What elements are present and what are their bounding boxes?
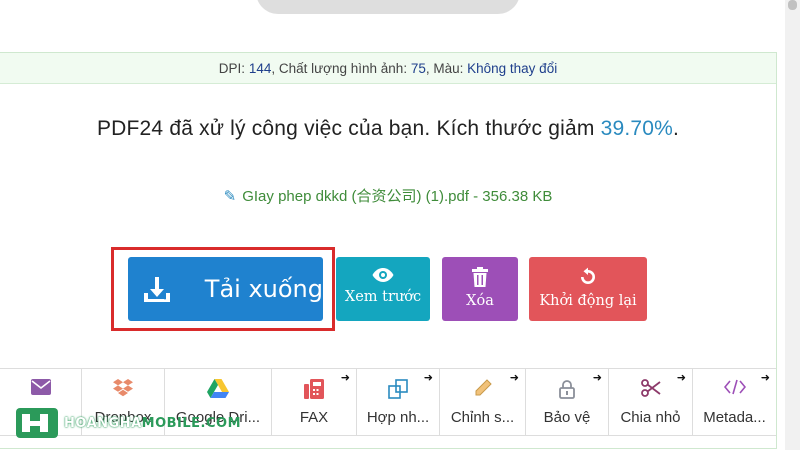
tool-split-label: Chia nhỏ xyxy=(620,409,681,426)
result-message: PDF24 đã xử lý công việc của bạn. Kích t… xyxy=(0,117,776,141)
color-value: Không thay đổi xyxy=(467,61,558,76)
lock-icon xyxy=(559,380,575,399)
restart-button[interactable]: Khởi động lại xyxy=(529,257,647,321)
restart-icon xyxy=(581,267,595,284)
restart-label: Khởi động lại xyxy=(539,293,637,309)
trash-icon xyxy=(472,267,488,287)
tool-protect-label: Bảo vệ xyxy=(543,409,591,426)
dropbox-icon xyxy=(113,379,133,397)
arrow-icon: ➜ xyxy=(592,372,602,384)
preview-label: Xem trước xyxy=(344,289,422,305)
arrow-icon: ➜ xyxy=(760,372,770,384)
download-icon xyxy=(144,277,171,302)
arrow-icon: ➜ xyxy=(676,372,686,384)
tool-merge[interactable]: ➜ Hợp nh... xyxy=(357,369,440,435)
result-suffix: . xyxy=(673,117,680,140)
top-search-pill xyxy=(256,0,520,14)
arrow-icon: ➜ xyxy=(340,372,350,384)
tool-protect[interactable]: ➜ Bảo vệ xyxy=(526,369,609,435)
dpi-label: DPI: xyxy=(218,61,249,76)
pencil-icon[interactable]: ✎ xyxy=(224,188,237,205)
edit-pencil-icon xyxy=(475,379,492,396)
result-text: PDF24 đã xử lý công việc của bạn. Kích t… xyxy=(96,117,601,140)
tool-edit[interactable]: ➜ Chỉnh s... xyxy=(440,369,526,435)
tool-edit-label: Chỉnh s... xyxy=(450,409,515,426)
page-scrollbar[interactable] xyxy=(785,0,800,450)
dpi-value: 144 xyxy=(248,61,272,76)
file-name[interactable]: GIay phep dkkd (合资公司) (1).pdf - 356.38 K… xyxy=(242,188,552,205)
scissors-icon xyxy=(640,379,661,397)
quality-value: 75 xyxy=(410,61,426,76)
file-name-row[interactable]: ✎ GIay phep dkkd (合资公司) (1).pdf - 356.38 … xyxy=(0,185,776,206)
settings-info-bar: DPI: 144, Chất lượng hình ảnh: 75, Màu: … xyxy=(0,53,776,84)
preview-button[interactable]: Xem trước xyxy=(336,257,430,321)
color-label: , Màu: xyxy=(425,61,468,76)
result-panel: DPI: 144, Chất lượng hình ảnh: 75, Màu: … xyxy=(0,52,777,449)
delete-button[interactable]: Xóa xyxy=(442,257,518,321)
scrollbar-thumb[interactable] xyxy=(788,0,797,10)
download-label: Tải xuống xyxy=(204,275,323,303)
tool-split[interactable]: ➜ Chia nhỏ xyxy=(609,369,693,435)
mail-icon xyxy=(30,379,51,395)
arrow-icon: ➜ xyxy=(423,372,433,384)
download-button[interactable]: Tải xuống xyxy=(128,257,323,321)
tool-metadata[interactable]: ➜ Metada... xyxy=(693,369,776,435)
merge-icon xyxy=(388,379,408,399)
arrow-icon: ➜ xyxy=(509,372,519,384)
fax-icon xyxy=(304,379,324,399)
eye-icon xyxy=(372,268,394,282)
tool-fax[interactable]: ➜ FAX xyxy=(272,369,357,435)
delete-label: Xóa xyxy=(466,293,494,309)
watermark: HOANGHAMOBILE.COM xyxy=(16,408,241,438)
tool-merge-label: Hợp nh... xyxy=(366,409,430,426)
hoangha-logo-icon xyxy=(16,408,58,438)
tool-metadata-label: Metada... xyxy=(703,409,766,426)
tool-fax-label: FAX xyxy=(299,409,329,426)
google-drive-icon xyxy=(207,379,229,398)
reduction-percent: 39.70% xyxy=(600,117,673,140)
watermark-text: HOANGHAMOBILE.COM xyxy=(64,415,242,431)
code-icon xyxy=(723,379,746,395)
quality-label: , Chất lượng hình ảnh: xyxy=(271,61,411,76)
